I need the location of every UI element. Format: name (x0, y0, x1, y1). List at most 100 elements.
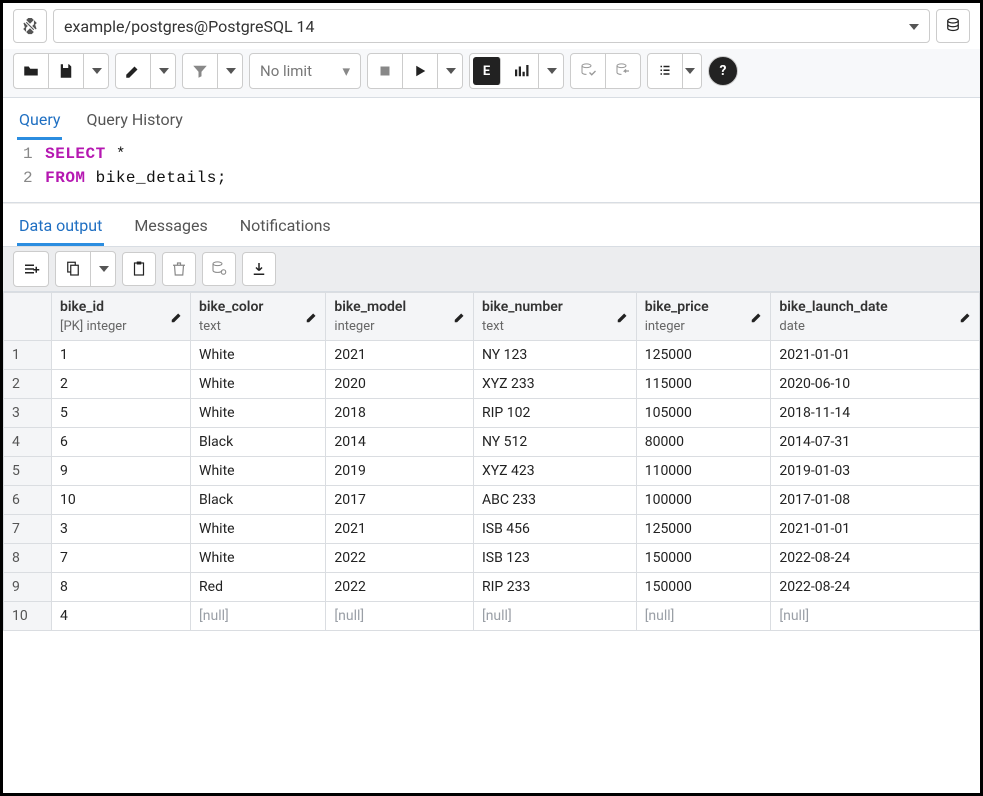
cell[interactable]: 2020 (326, 370, 474, 399)
cell[interactable]: RIP 233 (473, 573, 636, 602)
sql-editor[interactable]: 12 SELECT *FROM bike_details; (3, 140, 980, 203)
cell[interactable]: 2019 (326, 457, 474, 486)
cell[interactable]: ISB 456 (473, 515, 636, 544)
result-tab-messages[interactable]: Messages (132, 210, 209, 246)
explain-button[interactable]: E (473, 57, 501, 85)
table-row[interactable]: 104[null][null][null][null][null] (4, 602, 980, 631)
cell[interactable]: Red (191, 573, 326, 602)
download-button[interactable] (242, 252, 276, 286)
cell[interactable]: [null] (636, 602, 771, 631)
cell[interactable]: 100000 (636, 486, 771, 515)
cell[interactable]: XYZ 233 (473, 370, 636, 399)
copy-dropdown[interactable] (91, 252, 115, 286)
rollback-button[interactable] (606, 54, 640, 88)
cell[interactable]: 4 (52, 602, 191, 631)
explain-dropdown[interactable] (539, 54, 563, 88)
commit-button[interactable] (571, 54, 606, 88)
cell[interactable]: 2017 (326, 486, 474, 515)
cell[interactable]: 2018 (326, 399, 474, 428)
cell[interactable]: White (191, 370, 326, 399)
cell[interactable]: 2021 (326, 341, 474, 370)
pencil-icon[interactable] (170, 310, 184, 324)
filter-button[interactable] (183, 54, 218, 88)
cell[interactable]: 8 (52, 573, 191, 602)
table-row[interactable]: 11White2021NY 1231250002021-01-01 (4, 341, 980, 370)
cell[interactable]: XYZ 423 (473, 457, 636, 486)
cell[interactable]: 2 (52, 370, 191, 399)
open-file-button[interactable] (14, 54, 49, 88)
cell[interactable]: 2021-01-01 (771, 515, 980, 544)
cell[interactable]: NY 512 (473, 428, 636, 457)
table-row[interactable]: 73White2021ISB 4561250002021-01-01 (4, 515, 980, 544)
table-row[interactable]: 35White2018RIP 1021050002018-11-14 (4, 399, 980, 428)
filter-dropdown[interactable] (218, 54, 242, 88)
stop-button[interactable] (368, 54, 403, 88)
cell[interactable]: 2022-08-24 (771, 573, 980, 602)
cell[interactable]: White (191, 341, 326, 370)
cell[interactable]: 10 (52, 486, 191, 515)
cell[interactable]: 115000 (636, 370, 771, 399)
column-header-bike_id[interactable]: bike_id[PK] integer (52, 293, 191, 341)
cell[interactable]: 80000 (636, 428, 771, 457)
cell[interactable]: Black (191, 428, 326, 457)
pencil-icon[interactable] (616, 310, 630, 324)
table-row[interactable]: 610Black2017ABC 2331000002017-01-08 (4, 486, 980, 515)
run-dropdown[interactable] (438, 54, 462, 88)
edit-button[interactable] (116, 54, 151, 88)
cell[interactable]: [null] (771, 602, 980, 631)
table-row[interactable]: 22White2020XYZ 2331150002020-06-10 (4, 370, 980, 399)
cell[interactable]: 2022-08-24 (771, 544, 980, 573)
pencil-icon[interactable] (750, 310, 764, 324)
save-data-button[interactable] (202, 252, 236, 286)
cell[interactable]: 2014 (326, 428, 474, 457)
cell[interactable]: [null] (191, 602, 326, 631)
cell[interactable]: 2021-01-01 (771, 341, 980, 370)
macros-dropdown[interactable] (677, 54, 701, 88)
limit-select[interactable]: No limit ▾ (250, 54, 360, 88)
cell[interactable]: 2019-01-03 (771, 457, 980, 486)
paste-button[interactable] (122, 252, 156, 286)
cell[interactable]: ISB 123 (473, 544, 636, 573)
database-icon-button[interactable] (936, 9, 970, 43)
cell[interactable]: 7 (52, 544, 191, 573)
cell[interactable]: 9 (52, 457, 191, 486)
column-header-bike_color[interactable]: bike_colortext (191, 293, 326, 341)
cell[interactable]: White (191, 544, 326, 573)
table-row[interactable]: 59White2019XYZ 4231100002019-01-03 (4, 457, 980, 486)
cell[interactable]: 2018-11-14 (771, 399, 980, 428)
cell[interactable]: NY 123 (473, 341, 636, 370)
cell[interactable]: 2021 (326, 515, 474, 544)
cell[interactable]: [null] (473, 602, 636, 631)
table-row[interactable]: 98Red2022RIP 2331500002022-08-24 (4, 573, 980, 602)
column-header-bike_model[interactable]: bike_modelinteger (326, 293, 474, 341)
delete-row-button[interactable] (162, 252, 196, 286)
add-row-button[interactable] (14, 252, 48, 286)
cell[interactable]: ABC 233 (473, 486, 636, 515)
result-tab-notifications[interactable]: Notifications (238, 210, 333, 246)
save-button[interactable] (49, 54, 84, 88)
result-tab-data-output[interactable]: Data output (17, 210, 104, 246)
copy-button[interactable] (56, 252, 91, 286)
cell[interactable]: 2020-06-10 (771, 370, 980, 399)
pencil-icon[interactable] (959, 310, 973, 324)
cell[interactable]: 125000 (636, 515, 771, 544)
cell[interactable]: 125000 (636, 341, 771, 370)
cell[interactable]: 105000 (636, 399, 771, 428)
tab-query[interactable]: Query (17, 104, 62, 140)
column-header-bike_number[interactable]: bike_numbertext (473, 293, 636, 341)
cell[interactable]: White (191, 515, 326, 544)
cell[interactable]: RIP 102 (473, 399, 636, 428)
run-button[interactable] (403, 54, 438, 88)
tab-query-history[interactable]: Query History (84, 104, 184, 140)
cell[interactable]: 2022 (326, 544, 474, 573)
cell[interactable]: [null] (326, 602, 474, 631)
table-row[interactable]: 46Black2014NY 512800002014-07-31 (4, 428, 980, 457)
cell[interactable]: 150000 (636, 573, 771, 602)
pencil-icon[interactable] (453, 310, 467, 324)
cell[interactable]: 3 (52, 515, 191, 544)
cell[interactable]: 150000 (636, 544, 771, 573)
analyze-button[interactable] (504, 54, 539, 88)
cell[interactable]: White (191, 457, 326, 486)
column-header-bike_launch_date[interactable]: bike_launch_datedate (771, 293, 980, 341)
table-row[interactable]: 87White2022ISB 1231500002022-08-24 (4, 544, 980, 573)
